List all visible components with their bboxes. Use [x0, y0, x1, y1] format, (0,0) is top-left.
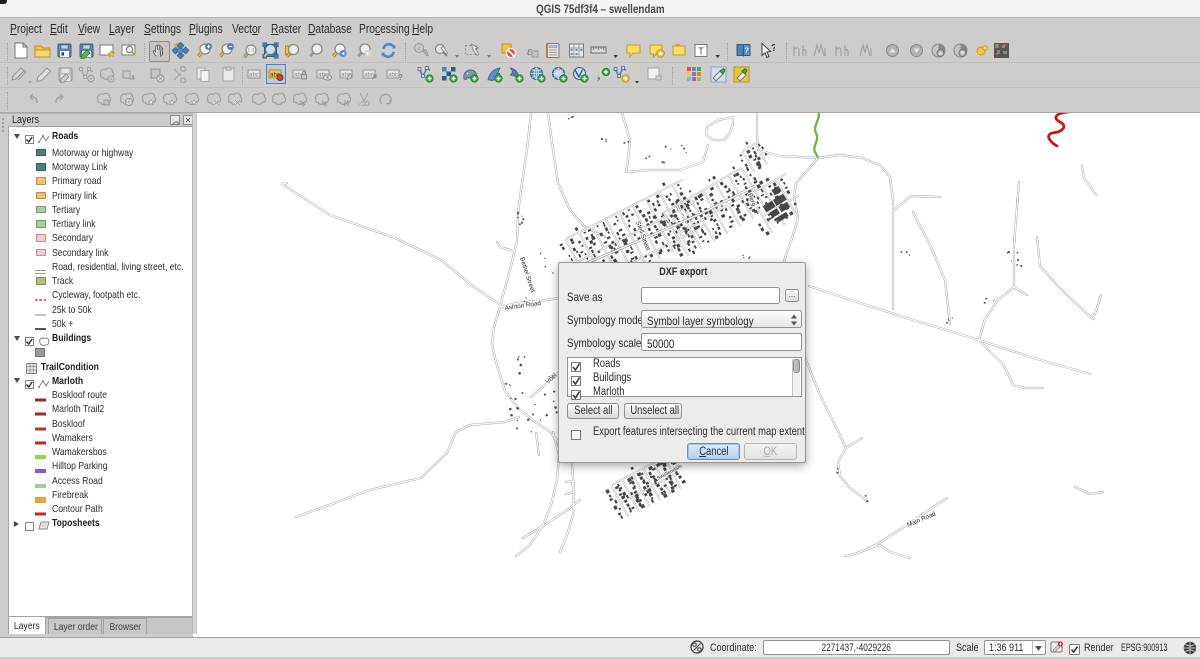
svg-text:abc: abc: [388, 73, 398, 79]
svg-text:Ashton Road: Ashton Road: [504, 300, 542, 312]
svg-text:Bethel Street: Bethel Street: [518, 256, 536, 293]
svg-text:i: i: [418, 45, 420, 53]
svg-text:Main Road: Main Road: [906, 510, 937, 529]
svg-text:?: ?: [398, 73, 403, 82]
svg-text:abc: abc: [364, 73, 374, 79]
svg-text:1:1: 1:1: [247, 48, 255, 54]
svg-text:,: ,: [597, 68, 601, 83]
svg-text:?: ?: [771, 43, 775, 54]
svg-text:abc: abc: [249, 73, 259, 79]
svg-text:T: T: [698, 46, 704, 56]
svg-text:?: ?: [744, 46, 749, 55]
